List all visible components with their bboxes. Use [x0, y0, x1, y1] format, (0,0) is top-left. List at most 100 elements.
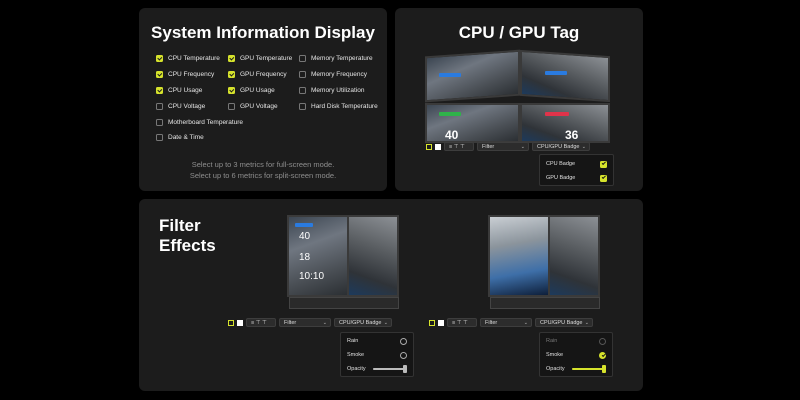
slider-fill [373, 368, 405, 370]
cpu-gpu-tag-title: CPU / GPU Tag [458, 23, 580, 42]
chevron-down-icon: ⌄ [322, 319, 327, 326]
option-smoke[interactable]: Smoke [341, 348, 413, 362]
checkbox-gpu-voltage[interactable]: GPU Voltage [228, 103, 278, 110]
badge-dropdown-menu: CPU Badge GPU Badge [539, 154, 614, 186]
filter-effects-panel: Filter Effects 40 18 10:10 ≡ ⊤ ⊤ Filter ⌄… [139, 199, 643, 391]
checkbox-memory-frequency[interactable]: Memory Frequency [299, 71, 367, 78]
checkbox-label: CPU Usage [168, 87, 203, 94]
checkbox-box[interactable] [156, 55, 163, 62]
option-label: Smoke [546, 352, 564, 358]
check-icon[interactable] [600, 160, 607, 168]
filter-label: Filter [485, 319, 498, 326]
device-preview-b [488, 215, 608, 310]
color-swatch-white[interactable] [237, 319, 243, 326]
option-label: Opacity [347, 366, 366, 372]
checkbox-hard-disk-temperature[interactable]: Hard Disk Temperature [299, 103, 378, 110]
option-label: CPU Badge [546, 161, 576, 167]
color-swatch-yellow[interactable] [429, 319, 435, 326]
slider-handle[interactable] [403, 365, 407, 373]
toolbar: ≡ ⊤ ⊤ Filter ⌄ CPU/GPU Badge ⌄ [426, 142, 593, 151]
checkbox-label: GPU Frequency [240, 71, 287, 78]
checkbox-box[interactable] [156, 71, 163, 78]
checkbox-memory-utilization[interactable]: Memory Utilization [299, 87, 364, 94]
filter-dropdown[interactable]: Filter ⌄ [477, 142, 529, 151]
option-gpu-badge[interactable]: GPU Badge [540, 171, 613, 185]
opacity-slider[interactable] [572, 365, 606, 373]
color-swatch-white[interactable] [435, 143, 441, 150]
checkbox-label: Memory Frequency [311, 71, 367, 78]
checkbox-motherboard-temperature[interactable]: Motherboard Temperature [156, 119, 243, 126]
option-rain[interactable]: Rain [540, 334, 612, 348]
chevron-down-icon: ⌄ [520, 143, 525, 150]
option-label: Rain [347, 338, 359, 344]
text-format-button[interactable]: ≡ ⊤ ⊤ [246, 318, 276, 327]
option-cpu-badge[interactable]: CPU Badge [540, 157, 613, 171]
device-screen-left [488, 215, 550, 297]
checkbox-box[interactable] [299, 71, 306, 78]
radio-check-icon[interactable] [599, 351, 606, 359]
checkbox-box[interactable] [299, 103, 306, 110]
filter-effects-title-line1: Filter [159, 216, 201, 235]
text-format-button[interactable]: ≡ ⊤ ⊤ [444, 142, 474, 151]
device-screen-right [347, 215, 399, 297]
color-swatch-yellow[interactable] [426, 143, 432, 150]
option-opacity: Opacity [540, 362, 612, 376]
gpu-badge-indicator [545, 71, 567, 75]
radio-icon[interactable] [599, 337, 606, 345]
filter-dropdown[interactable]: Filter ⌄ [480, 318, 532, 327]
slider-handle[interactable] [602, 365, 606, 373]
filter-label: Filter [284, 319, 297, 326]
chevron-down-icon: ⌄ [383, 319, 388, 326]
checkbox-label: Memory Temperature [311, 55, 373, 62]
option-rain[interactable]: Rain [341, 334, 413, 348]
check-icon[interactable] [600, 174, 607, 182]
checkbox-box[interactable] [156, 134, 163, 141]
device-screen-left [287, 215, 349, 297]
badge-dropdown[interactable]: CPU/GPU Badge ⌄ [532, 142, 590, 151]
checkbox-box[interactable] [156, 103, 163, 110]
filter-effects-title-line2: Effects [159, 236, 216, 255]
color-swatch-yellow[interactable] [228, 319, 234, 326]
checkbox-date-time[interactable]: Date & Time [156, 134, 204, 141]
badge-dropdown[interactable]: CPU/GPU Badge ⌄ [334, 318, 392, 327]
radio-icon[interactable] [400, 351, 407, 359]
opacity-slider[interactable] [373, 365, 407, 373]
device-base [490, 297, 600, 309]
filter-dropdown[interactable]: Filter ⌄ [279, 318, 331, 327]
checkbox-memory-temperature[interactable]: Memory Temperature [299, 55, 373, 62]
option-opacity: Opacity [341, 362, 413, 376]
radio-icon[interactable] [400, 337, 407, 345]
checkbox-box[interactable] [299, 55, 306, 62]
chevron-down-icon: ⌄ [581, 143, 586, 150]
checkbox-box[interactable] [299, 87, 306, 94]
option-smoke[interactable]: Smoke [540, 348, 612, 362]
checkbox-box[interactable] [156, 87, 163, 94]
checkbox-gpu-usage[interactable]: GPU Usage [228, 87, 275, 94]
device-preview-bottom: 40 36 [425, 103, 615, 143]
device-screen-right [520, 49, 610, 103]
cpu-gpu-tag-panel: CPU / GPU Tag 40 36 ≡ ⊤ ⊤ Filter ⌄ CPU/GP… [395, 8, 643, 191]
badge-label: CPU/GPU Badge [537, 143, 580, 150]
checkbox-box[interactable] [228, 87, 235, 94]
checkbox-label: CPU Temperature [168, 55, 220, 62]
color-swatch-white[interactable] [438, 319, 444, 326]
checkbox-box[interactable] [228, 55, 235, 62]
text-format-button[interactable]: ≡ ⊤ ⊤ [447, 318, 477, 327]
checkbox-box[interactable] [228, 103, 235, 110]
checkbox-box[interactable] [156, 119, 163, 126]
checkbox-gpu-temperature[interactable]: GPU Temperature [228, 55, 292, 62]
checkbox-gpu-frequency[interactable]: GPU Frequency [228, 71, 287, 78]
option-label: Opacity [546, 366, 565, 372]
checkbox-cpu-usage[interactable]: CPU Usage [156, 87, 202, 94]
badge-label: CPU/GPU Badge [540, 319, 583, 326]
filter-dropdown-menu-a: Rain Smoke Opacity [340, 332, 414, 377]
checkbox-label: GPU Voltage [240, 103, 278, 110]
gpu-badge-indicator [545, 112, 569, 116]
checkbox-box[interactable] [228, 71, 235, 78]
checkbox-cpu-temperature[interactable]: CPU Temperature [156, 55, 220, 62]
badge-dropdown[interactable]: CPU/GPU Badge ⌄ [535, 318, 593, 327]
checkbox-label: Memory Utilization [311, 87, 365, 94]
checkbox-cpu-frequency[interactable]: CPU Frequency [156, 71, 214, 78]
option-label: Smoke [347, 352, 365, 358]
checkbox-cpu-voltage[interactable]: CPU Voltage [156, 103, 205, 110]
